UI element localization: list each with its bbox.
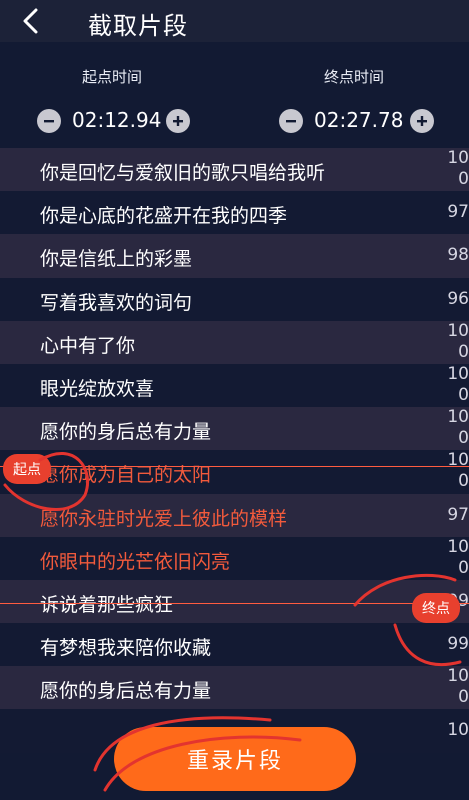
end-marker-line [0, 603, 469, 604]
lyric-score: 10 0 [447, 407, 469, 449]
page-title: 截取片段 [88, 12, 188, 40]
start-minus-button[interactable] [37, 109, 61, 133]
lyric-text: 愿你永驻时光爱上彼此的模样 [40, 507, 288, 530]
lyric-score: 99 [447, 634, 469, 655]
lyric-score: 97 [447, 202, 469, 223]
lyric-score: 10 0 [447, 363, 469, 405]
start-marker-line [0, 466, 469, 467]
lyric-score: 96 [447, 288, 469, 309]
lyric-row[interactable]: 你眼中的光芒依旧闪亮 10 0 [0, 536, 469, 580]
lyric-text: 有梦想我来陪你收藏 [40, 637, 212, 660]
lyric-row[interactable]: 你是回忆与爱叙旧的歌只唱给我听 10 0 [0, 148, 469, 192]
minus-icon [44, 120, 54, 123]
lyric-row[interactable]: 愿你的身后总有力量 10 0 [0, 666, 469, 710]
plus-icon [417, 116, 427, 126]
end-time-label: 终点时间 [324, 68, 385, 86]
plus-icon [173, 116, 183, 126]
lyric-row[interactable]: 你是心底的花盛开在我的四季 97 [0, 191, 469, 235]
end-time-value: 02:27.78 [314, 108, 404, 132]
lyric-row[interactable]: 眼光绽放欢喜 10 0 [0, 363, 469, 408]
end-minus-button[interactable] [279, 109, 303, 133]
start-time-value: 02:12.94 [72, 108, 162, 132]
start-marker-badge[interactable]: 起点 [3, 454, 51, 484]
lyric-row[interactable]: 愿你成为自己的太阳 10 0 [0, 450, 469, 494]
lyric-score: 10 0 [447, 148, 469, 189]
lyric-row[interactable]: 心中有了你 10 0 [0, 320, 469, 364]
lyric-row[interactable]: 你是信纸上的彩墨 98 [0, 234, 469, 278]
lyric-score: 10 0 [447, 536, 469, 578]
lyric-text: 你是信纸上的彩墨 [40, 248, 193, 271]
redo-segment-button[interactable]: 重录片段 [114, 727, 356, 791]
minus-icon [286, 120, 296, 123]
time-controls: 02:12.94 02:27.78 [0, 104, 469, 138]
lyric-text: 心中有了你 [40, 334, 136, 357]
lyric-text: 愿你的身后总有力量 [40, 421, 212, 444]
time-labels: 起点时间 终点时间 [0, 62, 469, 90]
lyric-text: 写着我喜欢的词句 [40, 291, 193, 314]
lyric-text: 愿你成为自己的太阳 [40, 464, 212, 487]
start-plus-button[interactable] [166, 109, 190, 133]
end-plus-button[interactable] [410, 109, 434, 133]
lyric-text: 你眼中的光芒依旧闪亮 [40, 550, 231, 573]
lyric-text: 愿你的身后总有力量 [40, 680, 212, 703]
lyric-text: 眼光绽放欢喜 [40, 377, 155, 400]
chevron-left-icon [23, 8, 38, 34]
lyrics-list: 你是回忆与爱叙旧的歌只唱给我听 10 0 你是心底的花盛开在我的四季 97 你是信纸上的… [0, 148, 469, 753]
lyric-row[interactable]: 愿你永驻时光爱上彼此的模样 97 [0, 493, 469, 537]
lyric-row[interactable]: 有梦想我来陪你收藏 99 [0, 623, 469, 667]
lyric-text: 你是回忆与爱叙旧的歌只唱给我听 [40, 162, 326, 184]
start-time-label: 起点时间 [82, 68, 143, 86]
lyric-score: 10 0 [447, 666, 469, 708]
lyric-score: 97 [447, 504, 469, 525]
back-button[interactable] [14, 4, 48, 38]
lyric-score: 10 [447, 720, 469, 741]
lyric-row[interactable]: 写着我喜欢的词句 96 [0, 277, 469, 321]
end-marker-badge[interactable]: 终点 [412, 593, 460, 623]
lyric-row[interactable]: 愿你的身后总有力量 10 0 [0, 407, 469, 451]
header-bar: 截取片段 [0, 0, 469, 42]
lyric-text: 你是心底的花盛开在我的四季 [40, 205, 288, 228]
lyric-row[interactable]: 诉说着那些疯狂99 [0, 579, 469, 624]
lyric-score: 10 0 [447, 450, 469, 492]
lyric-score: 98 [447, 245, 469, 266]
lyric-score: 10 0 [447, 320, 469, 362]
